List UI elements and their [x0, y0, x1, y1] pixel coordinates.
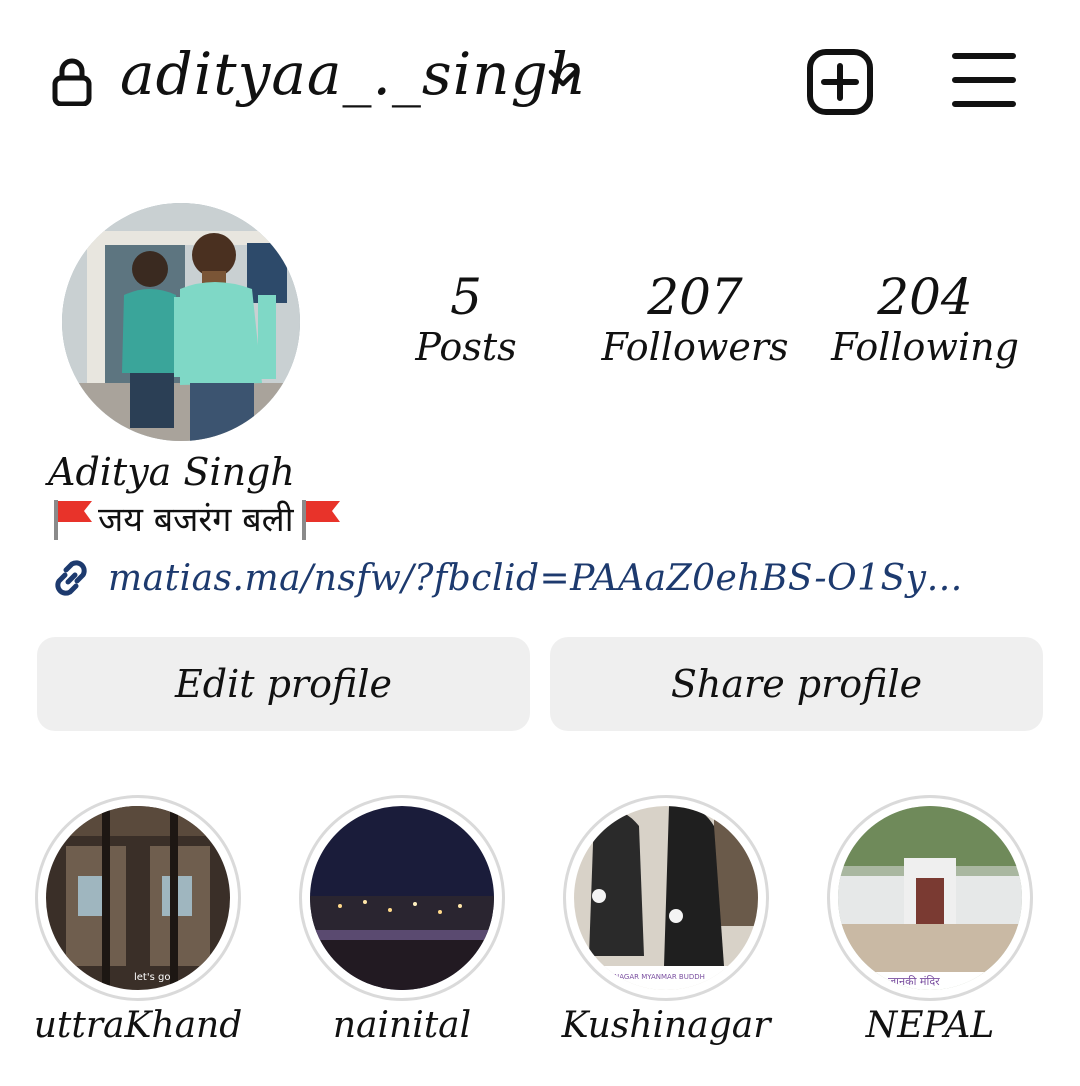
- highlight-cover: [310, 806, 494, 990]
- highlight-caption: NAGAR MYANMAR BUDDH: [614, 973, 705, 981]
- followers-count: 207: [647, 268, 743, 326]
- stat-following[interactable]: 204 Following: [825, 268, 1025, 368]
- chevron-down-icon[interactable]: [546, 66, 580, 90]
- stat-posts[interactable]: 5 Posts: [366, 268, 566, 368]
- highlight-cover: let's go: [46, 806, 230, 990]
- highlight-ring[interactable]: NAGAR MYANMAR BUDDH: [563, 795, 769, 1001]
- profile-avatar[interactable]: [62, 203, 300, 441]
- highlight-ring[interactable]: [299, 795, 505, 1001]
- highlight-kushinagar[interactable]: NAGAR MYANMAR BUDDH Kushinagar: [562, 795, 770, 1046]
- highlight-nepal[interactable]: जानकी मंदिर NEPAL: [827, 795, 1033, 1046]
- full-name: Aditya Singh: [48, 450, 295, 494]
- bio-text: जय बजरंग बली: [98, 500, 294, 540]
- bio-link[interactable]: matias.ma/nsfw/?fbclid=PAAaZ0ehBS-O1Sy…: [48, 555, 963, 601]
- plus-square-icon[interactable]: [806, 48, 874, 116]
- highlight-ring[interactable]: जानकी मंदिर: [827, 795, 1033, 1001]
- stat-followers[interactable]: 207 Followers: [595, 268, 795, 368]
- username[interactable]: adityaa_._singh: [120, 40, 587, 108]
- highlight-ring[interactable]: let's go: [35, 795, 241, 1001]
- link-icon: [55, 560, 87, 596]
- link-text[interactable]: matias.ma/nsfw/?fbclid=PAAaZ0ehBS-O1Sy…: [108, 558, 963, 599]
- highlight-uttrakhand[interactable]: let's go uttraKhand: [34, 795, 242, 1046]
- highlight-caption: जानकी मंदिर: [888, 975, 940, 988]
- following-count: 204: [877, 268, 973, 326]
- highlight-nainital[interactable]: nainital: [299, 795, 505, 1046]
- highlight-caption: let's go: [134, 972, 170, 983]
- following-label: Following: [831, 325, 1019, 369]
- highlight-cover: जानकी मंदिर: [838, 806, 1022, 990]
- posts-label: Posts: [415, 325, 517, 369]
- lock-icon: [52, 58, 92, 106]
- followers-label: Followers: [601, 325, 789, 369]
- highlight-label: NEPAL: [865, 1005, 995, 1046]
- profile-header: adityaa_._singh: [0, 0, 1080, 160]
- flag-icon: [54, 500, 92, 540]
- posts-count: 5: [450, 268, 482, 326]
- flag-icon: [301, 500, 340, 540]
- share-profile-button[interactable]: Share profile: [550, 637, 1043, 731]
- highlight-label: Kushinagar: [561, 1005, 771, 1046]
- highlight-cover: NAGAR MYANMAR BUDDH: [574, 806, 758, 990]
- hamburger-menu-icon[interactable]: [952, 50, 1016, 110]
- highlight-label: uttraKhand: [33, 1005, 243, 1046]
- bio: जय बजरंग बली: [48, 494, 344, 542]
- edit-profile-button[interactable]: Edit profile: [37, 637, 530, 731]
- highlight-label: nainital: [332, 1005, 472, 1046]
